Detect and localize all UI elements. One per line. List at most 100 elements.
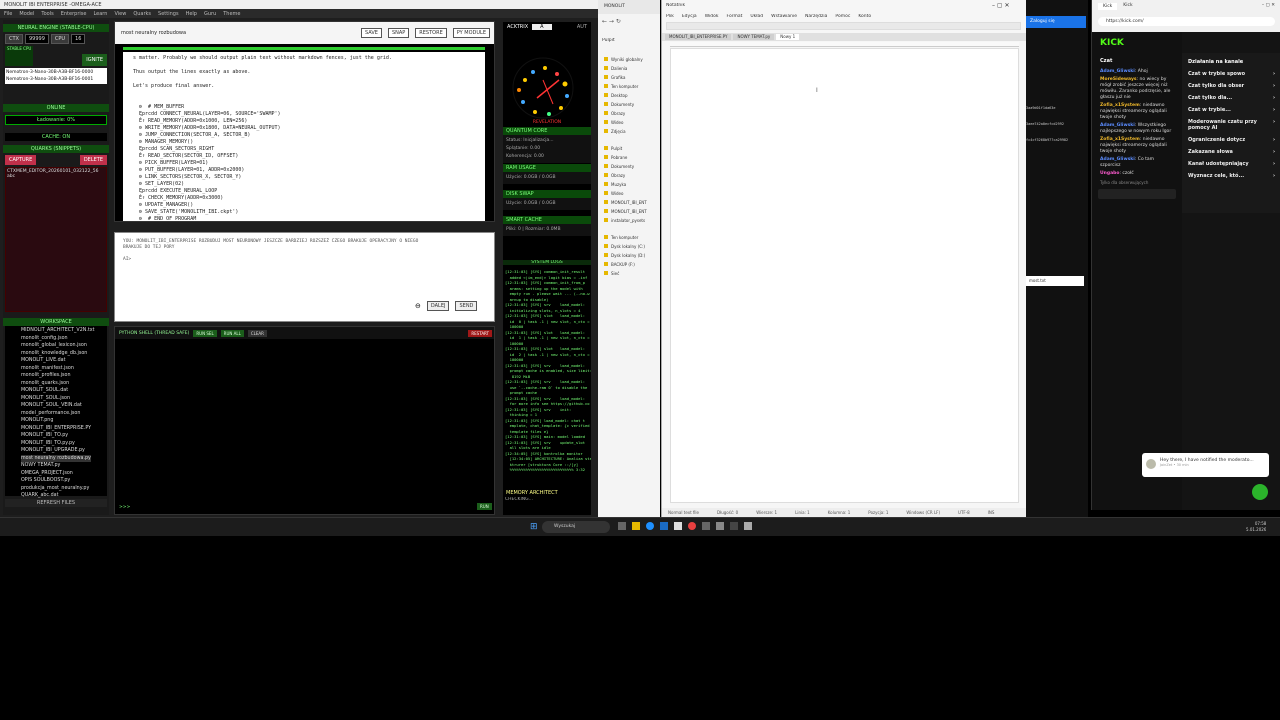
window-controls-icon[interactable]: – ▢ ✕	[992, 2, 1010, 9]
notepad-menu-item[interactable]: Konto	[858, 14, 871, 19]
tree-item[interactable]: Zdjęcia	[598, 127, 660, 136]
tree-item[interactable]: Dalienia	[598, 64, 660, 73]
model-item[interactable]: Nemotron-3-Nano-30B-A3B-BF16-0001	[6, 76, 106, 83]
chrome-icon[interactable]	[688, 522, 696, 530]
menu-item-model[interactable]: Model	[19, 11, 34, 17]
login-button[interactable]: Zaloguj się	[1026, 16, 1086, 28]
workspace-file[interactable]: MONOLIT_SOUL.dat	[21, 387, 91, 395]
notepad-menu-item[interactable]: Plik	[666, 14, 674, 19]
prompt-text[interactable]: YOU: MONOLIT_IBI_ENTERPRISE ROZBUDUJ MOS…	[115, 233, 494, 257]
filename-input[interactable]: most.txt	[1026, 276, 1084, 286]
menu-item-settings[interactable]: Settings	[158, 11, 179, 17]
browser-tab[interactable]: Kick	[1098, 3, 1118, 10]
send-button[interactable]: SEND	[455, 301, 478, 311]
menu-item-enterprise[interactable]: Enterprise	[61, 11, 87, 17]
tree-item[interactable]: Pobrane	[598, 153, 660, 162]
workspace-file[interactable]: model_performance.json	[21, 410, 91, 418]
workspace-file[interactable]: OPIS SOULBOOST.py	[21, 477, 91, 485]
shell-prompt[interactable]: >>>	[119, 505, 130, 510]
workspace-file[interactable]: MONOLIT_IBI_ENTERPRISE.PY	[21, 425, 91, 433]
aut-tab[interactable]: AUT	[577, 24, 587, 30]
app-icon[interactable]	[618, 522, 626, 530]
address-bar[interactable]: https://kick.com/	[1098, 17, 1275, 26]
app-icon[interactable]	[660, 522, 668, 530]
tree-item[interactable]: Dokumenty	[598, 100, 660, 109]
tree-item[interactable]: Wideo	[598, 118, 660, 127]
tree-item[interactable]: Grafika	[598, 73, 660, 82]
tree-item[interactable]: MONOLIT_IBI_ENT	[598, 198, 660, 207]
workspace-file[interactable]: monolit_global_lexicon.json	[21, 342, 91, 350]
workspace-file[interactable]: MONOLIT_IBI_UPGRADE.py	[21, 447, 91, 455]
app-icon[interactable]	[716, 522, 724, 530]
tree-item[interactable]: Muzyka	[598, 180, 660, 189]
tree-item[interactable]: Ten komputer	[598, 82, 660, 91]
chat-username[interactable]: MoreSideways	[1100, 77, 1137, 82]
app-icon[interactable]	[674, 522, 682, 530]
tree-item[interactable]: Dysk lokalny (C:)	[598, 242, 660, 251]
restart-button[interactable]: RESTART	[468, 329, 492, 337]
workspace-file[interactable]: OMEGA_PROJECT.json	[21, 470, 91, 478]
save-button[interactable]: SAVE	[360, 28, 382, 38]
chat-username[interactable]: Zofia_x1System	[1100, 137, 1140, 142]
chat-username[interactable]: Adam_Gliwski	[1100, 123, 1135, 128]
model-item[interactable]: Nemotron-3-Nano-30B-A3B-BF16-0000	[6, 69, 106, 76]
channel-menu-item[interactable]: Ograniczenie dotycz ›	[1182, 134, 1280, 146]
chat-username[interactable]: Adam_Gliwski	[1100, 69, 1135, 74]
capture-button[interactable]: CAPTURE	[5, 155, 37, 165]
tree-item[interactable]: instalator_pysets	[598, 216, 660, 225]
clear-button[interactable]: CLEAR	[247, 329, 267, 337]
workspace-file[interactable]: monolit_manifest.json	[21, 365, 91, 373]
app-icon[interactable]	[744, 522, 752, 530]
workspace-file[interactable]: MONOLIT_LIVE.dat	[21, 357, 91, 365]
ctx-input[interactable]: 99999	[24, 34, 49, 44]
code-area[interactable]: s matter. Probably we should output plai…	[123, 52, 485, 221]
app-icon[interactable]	[702, 522, 710, 530]
acktrix-tab[interactable]: ACKTRIX	[507, 24, 528, 30]
nav-arrows-icon[interactable]: ← → ↻	[598, 16, 660, 28]
py-module-button[interactable]: PY MODULE	[452, 28, 490, 38]
channel-menu-item[interactable]: Kanał udostępniający ›	[1182, 158, 1280, 170]
notepad-text-area[interactable]: I	[670, 48, 1019, 503]
tree-item[interactable]: Desktop	[598, 91, 660, 100]
workspace-file[interactable]: MONOLIT_IBI_TO.py.py	[21, 440, 91, 448]
workspace-file[interactable]: monolit_quarks.json	[21, 380, 91, 388]
notepad-tab[interactable]: MONOLIT_IBI_ENTERPRISE.PY	[665, 34, 732, 40]
channel-menu-item[interactable]: Moderowanie czatu przy pomocy AI ›	[1182, 116, 1280, 134]
workspace-file[interactable]: monolit_knowledge_db.json	[21, 350, 91, 358]
workspace-file[interactable]: MIDNOLIT_ARCHITECT_V2N.txt	[21, 327, 94, 335]
stop-icon[interactable]: ⊖	[415, 302, 421, 310]
notepad-menu-item[interactable]: Edycja	[682, 14, 697, 19]
tree-item[interactable]: MONOLIT_IBI_ENT	[598, 207, 660, 216]
channel-menu-item[interactable]: Czat w trybie... ›	[1182, 104, 1280, 116]
tree-item[interactable]: Dysk lokalny (D:)	[598, 251, 660, 260]
chat-username[interactable]: Zofia_x1System	[1100, 103, 1140, 108]
workspace-file[interactable]: produkcja_most_neuralny.py	[21, 485, 91, 493]
notepad-menu-item[interactable]: Format	[727, 14, 743, 19]
notepad-menu-item[interactable]: Widok	[705, 14, 719, 19]
dalej-button[interactable]: DALEJ	[426, 301, 450, 311]
menu-item-guru[interactable]: Guru	[204, 11, 216, 17]
workspace-file[interactable]: monolit_config.json	[21, 335, 91, 343]
chat-username[interactable]: Ungabo	[1100, 171, 1119, 176]
folder-icon[interactable]	[632, 522, 640, 530]
chat-bubble-icon[interactable]	[1252, 484, 1268, 500]
menu-item-theme[interactable]: Theme	[223, 11, 240, 17]
snap-button[interactable]: SNAP	[387, 28, 410, 38]
notification-toast[interactable]: Hey there, I have notified the moderato.…	[1142, 453, 1269, 477]
channel-menu-item[interactable]: Czat tylko dla obser ›	[1182, 80, 1280, 92]
workspace-file[interactable]: MONOLIT_SOUL.json	[21, 395, 91, 403]
workspace-file[interactable]: MONOLIT_IBI_TO.py	[21, 432, 91, 440]
chat-input[interactable]	[1098, 189, 1176, 199]
terminal-icon[interactable]	[730, 522, 738, 530]
notepad-menu-item[interactable]: Narzędzia	[805, 14, 827, 19]
windows-start-icon[interactable]: ⊞	[530, 522, 538, 532]
window-controls-icon[interactable]: – ▢ ✕	[1262, 3, 1275, 10]
refresh-files-button[interactable]: REFRESH FILES	[5, 499, 107, 507]
chat-username[interactable]: Adam_Gliwski	[1100, 157, 1135, 162]
notepad-menu-item[interactable]: Wstawianie	[771, 14, 797, 19]
notepad-menu-item[interactable]: Układ	[750, 14, 763, 19]
channel-menu-item[interactable]: Zakazane słowa ›	[1182, 146, 1280, 158]
channel-menu-item[interactable]: Czat tylko dla... ›	[1182, 92, 1280, 104]
workspace-file[interactable]: MONOLIT_SOUL_VEIN.dat	[21, 402, 91, 410]
explorer-path[interactable]: Pulpit	[602, 38, 642, 43]
